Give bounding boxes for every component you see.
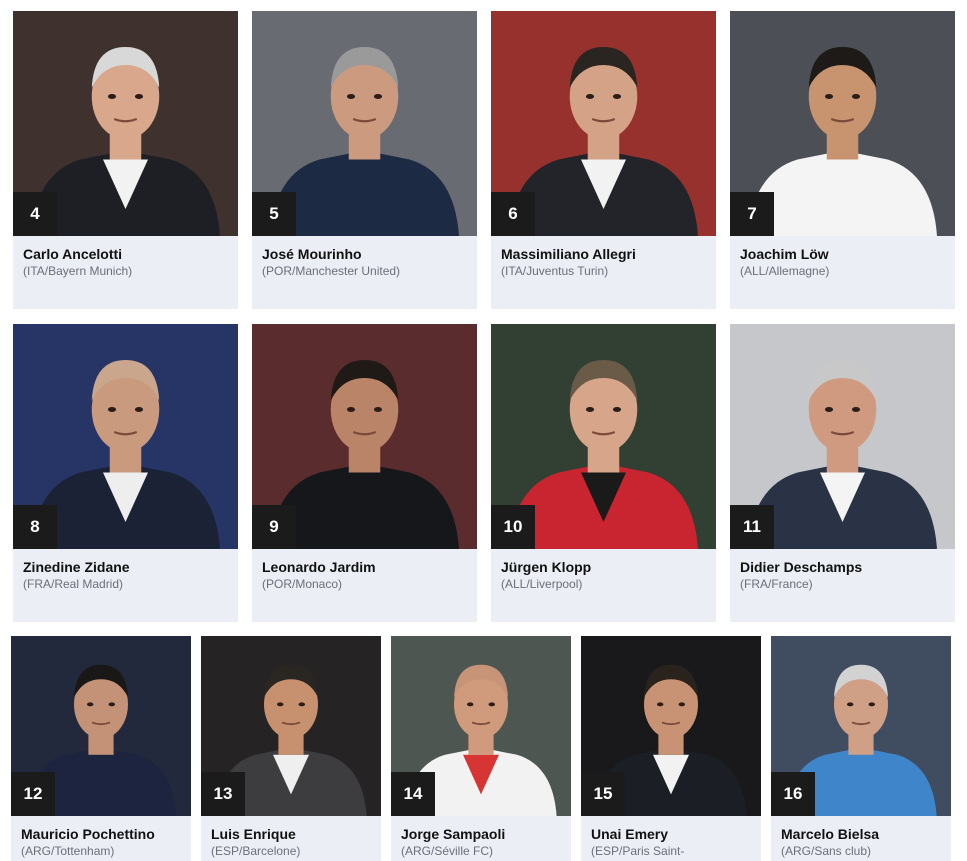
coach-nationality-club: (ARG/Séville FC) — [401, 844, 494, 858]
coach-photo[interactable]: 12 — [11, 636, 191, 816]
coach-photo[interactable]: 5 — [252, 11, 477, 236]
coach-card[interactable]: 7 Joachim Löw (ALL/Allemagne) — [730, 11, 955, 309]
coach-card[interactable]: 11 Didier Deschamps (FRA/France) — [730, 324, 955, 622]
coach-name[interactable]: Jürgen Klopp — [501, 559, 591, 575]
rank-badge: 7 — [730, 192, 774, 236]
rank-badge: 6 — [491, 192, 535, 236]
coach-nationality-club: (POR/Monaco) — [262, 577, 343, 591]
coach-name[interactable]: Unai Emery — [591, 826, 668, 842]
coach-card[interactable]: 5 José Mourinho (POR/Manchester United) — [252, 11, 477, 309]
coach-nationality-club: (ALL/Allemagne) — [740, 264, 830, 278]
rank-badge: 14 — [391, 772, 435, 816]
coach-nationality-club: (ARG/Tottenham) — [21, 844, 115, 858]
coach-nationality-club: (ESP/Barcelone) — [211, 844, 301, 858]
coach-photo[interactable]: 8 — [13, 324, 238, 549]
coach-card[interactable]: 13 Luis Enrique (ESP/Barcelone) — [201, 636, 381, 861]
coach-photo[interactable]: 13 — [201, 636, 381, 816]
coach-name[interactable]: Carlo Ancelotti — [23, 246, 122, 262]
coach-card[interactable]: 10 Jürgen Klopp (ALL/Liverpool) — [491, 324, 716, 622]
coach-nationality-club: (FRA/Real Madrid) — [23, 577, 124, 591]
coach-name[interactable]: Marcelo Bielsa — [781, 826, 879, 842]
coach-photo[interactable]: 14 — [391, 636, 571, 816]
rank-badge: 4 — [13, 192, 57, 236]
coach-name[interactable]: Luis Enrique — [211, 826, 296, 842]
coach-card[interactable]: 14 Jorge Sampaoli (ARG/Séville FC) — [391, 636, 571, 861]
coach-name[interactable]: Leonardo Jardim — [262, 559, 376, 575]
coach-name[interactable]: Mauricio Pochettino — [21, 826, 155, 842]
coach-photo[interactable]: 15 — [581, 636, 761, 816]
coach-photo[interactable]: 4 — [13, 11, 238, 236]
coach-nationality-club: (FRA/France) — [740, 577, 813, 591]
coach-photo[interactable]: 9 — [252, 324, 477, 549]
coach-photo[interactable]: 6 — [491, 11, 716, 236]
coach-nationality-club: (ARG/Sans club) — [781, 844, 872, 858]
rank-badge: 9 — [252, 505, 296, 549]
coach-card[interactable]: 4 Carlo Ancelotti (ITA/Bayern Munich) — [13, 11, 238, 309]
coach-photo[interactable]: 11 — [730, 324, 955, 549]
coach-nationality-club: (POR/Manchester United) — [262, 264, 401, 278]
rank-badge: 16 — [771, 772, 815, 816]
coach-name[interactable]: Jorge Sampaoli — [401, 826, 505, 842]
coach-nationality-club: (ITA/Bayern Munich) — [23, 264, 133, 278]
coach-nationality-club: (ESP/Paris Saint- — [591, 844, 685, 858]
coach-card[interactable]: 15 Unai Emery (ESP/Paris Saint- — [581, 636, 761, 861]
rank-badge: 13 — [201, 772, 245, 816]
coach-nationality-club: (ITA/Juventus Turin) — [501, 264, 609, 278]
coach-card[interactable]: 6 Massimiliano Allegri (ITA/Juventus Turin… — [491, 11, 716, 309]
coach-photo[interactable]: 16 — [771, 636, 951, 816]
coach-card[interactable]: 16 Marcelo Bielsa (ARG/Sans club) — [771, 636, 951, 861]
coach-name[interactable]: Joachim Löw — [740, 246, 829, 262]
coach-name[interactable]: Didier Deschamps — [740, 559, 862, 575]
rank-badge: 10 — [491, 505, 535, 549]
rank-badge: 11 — [730, 505, 774, 549]
coach-photo[interactable]: 10 — [491, 324, 716, 549]
coach-photo[interactable]: 7 — [730, 11, 955, 236]
coach-nationality-club: (ALL/Liverpool) — [501, 577, 583, 591]
rank-badge: 8 — [13, 505, 57, 549]
rank-badge: 15 — [581, 772, 625, 816]
coach-card[interactable]: 8 Zinedine Zidane (FRA/Real Madrid) — [13, 324, 238, 622]
coach-name[interactable]: José Mourinho — [262, 246, 362, 262]
rank-badge: 12 — [11, 772, 55, 816]
coach-card[interactable]: 12 Mauricio Pochettino (ARG/Tottenham) — [11, 636, 191, 861]
coach-name[interactable]: Massimiliano Allegri — [501, 246, 636, 262]
rank-badge: 5 — [252, 192, 296, 236]
coach-card[interactable]: 9 Leonardo Jardim (POR/Monaco) — [252, 324, 477, 622]
coach-name[interactable]: Zinedine Zidane — [23, 559, 130, 575]
